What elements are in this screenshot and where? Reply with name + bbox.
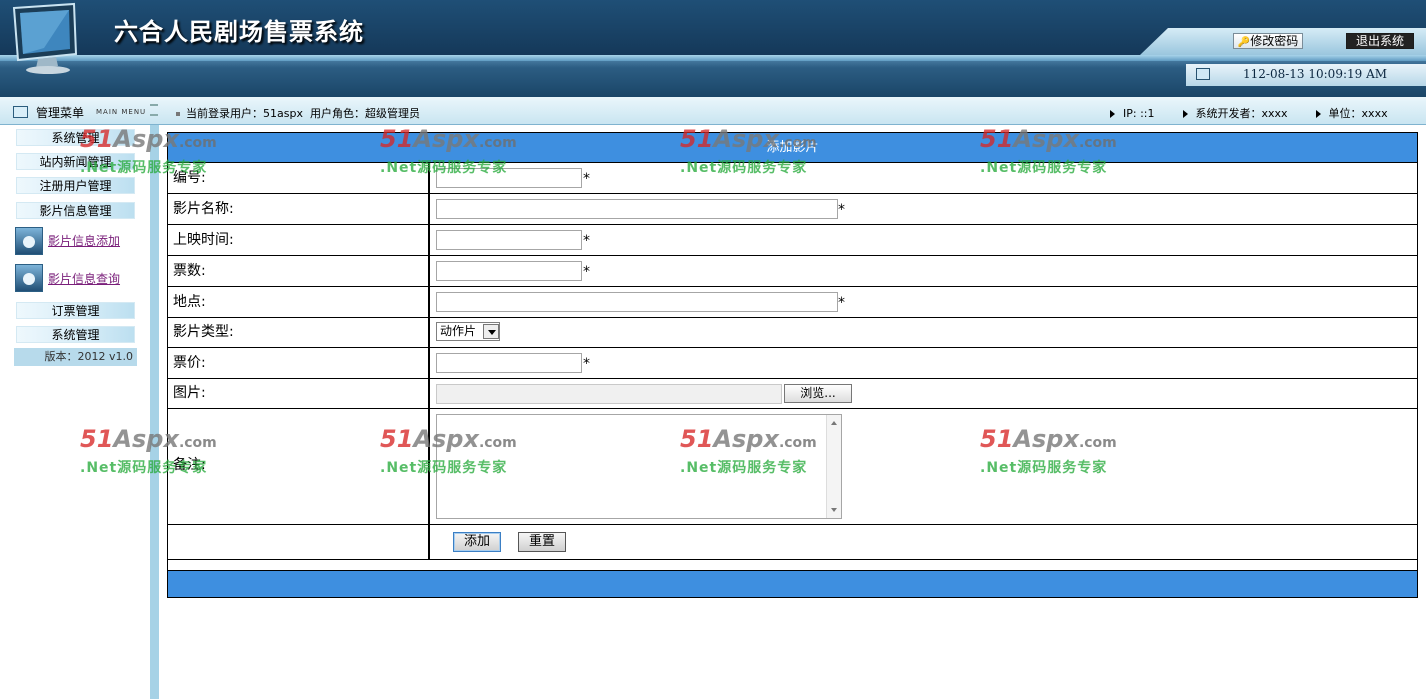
sidebar-item-news[interactable]: 站内新闻管理 [16, 153, 135, 170]
version-label: 版本：2012 v1.0 [14, 348, 137, 366]
arrow-right-icon [1110, 110, 1115, 118]
movie-query-icon[interactable] [15, 264, 43, 292]
header: 六合人民剧场售票系统 🔑修改密码 退出系统 112-08-13 10:09:19… [0, 0, 1426, 97]
ip-text: IP: ::1 [1123, 107, 1155, 120]
unit-text: 单位：xxxx [1328, 107, 1388, 120]
label-remark: 备注: [168, 409, 430, 524]
movie-type-value: 动作片 [440, 324, 477, 338]
form-row-tickets: 票数: * [168, 255, 1417, 286]
menu-title: 管理菜单 [36, 106, 85, 120]
sidebar-item-orders[interactable]: 订票管理 [16, 302, 135, 319]
add-movie-form: 添加影片 编号: * 影片名称: * 上映时间: * 票数: * 地点: * 影… [167, 132, 1418, 598]
browse-button[interactable]: 浏览... [784, 384, 852, 403]
show-time-input[interactable] [436, 230, 582, 250]
add-button[interactable]: 添加 [453, 532, 501, 552]
form-row-id: 编号: * [168, 162, 1417, 193]
sidebar-link-movie-add[interactable]: 影片信息添加 [48, 232, 120, 249]
header-band-highlight [0, 55, 1426, 61]
sidebar-link-movie-query[interactable]: 影片信息查询 [48, 270, 120, 287]
required-mark: * [583, 171, 590, 187]
tickets-input[interactable] [436, 261, 582, 281]
location-input[interactable] [436, 292, 838, 312]
exit-system-button[interactable]: 退出系统 [1346, 33, 1414, 49]
form-title: 添加影片 [168, 133, 1417, 162]
form-row-show-time: 上映时间: * [168, 224, 1417, 255]
app-title: 六合人民剧场售票系统 [114, 17, 364, 46]
form-footer-bar [168, 570, 1417, 597]
current-user: 当前登录用户：51aspx [186, 107, 303, 120]
monitor-logo-icon [12, 2, 78, 74]
label-actions-empty [168, 525, 430, 559]
sidebar-item-system-2[interactable]: 系统管理 [16, 326, 135, 343]
label-show-time: 上映时间: [168, 225, 430, 255]
developer-text: 系统开发者：xxxx [1195, 107, 1288, 120]
label-name: 影片名称: [168, 194, 430, 224]
key-icon: 🔑 [1237, 37, 1251, 48]
datetime-text: 112-08-13 10:09:19 AM [1243, 67, 1388, 81]
sidebar-item-movies[interactable]: 影片信息管理 [16, 202, 135, 219]
id-input[interactable] [436, 168, 582, 188]
user-role: 用户角色：超级管理员 [309, 107, 420, 120]
sidebar-separator[interactable] [150, 125, 159, 699]
label-type: 影片类型: [168, 318, 430, 347]
form-row-actions: 添加 重置 [168, 524, 1417, 559]
menu-collapse-icon[interactable] [150, 104, 158, 116]
arrow-right-icon [1182, 110, 1188, 118]
name-input[interactable] [436, 199, 838, 219]
form-row-type: 影片类型: 动作片 [168, 317, 1417, 347]
required-mark: * [583, 233, 590, 249]
required-mark: * [838, 202, 845, 218]
reset-button[interactable]: 重置 [518, 532, 566, 552]
form-row-price: 票价: * [168, 347, 1417, 378]
label-image: 图片: [168, 379, 430, 408]
sidebar-item-system[interactable]: 系统管理 [16, 129, 135, 146]
form-row-name: 影片名称: * [168, 193, 1417, 224]
price-input[interactable] [436, 353, 582, 373]
form-row-remark: 备注: [168, 408, 1417, 524]
movie-type-select[interactable]: 动作片 [436, 322, 500, 341]
menu-en-title: MAIN MENU [96, 108, 147, 116]
remark-textarea[interactable] [436, 414, 842, 519]
required-mark: * [583, 356, 590, 372]
textarea-scrollbar[interactable] [826, 415, 841, 518]
monitor-small-icon [1196, 68, 1210, 80]
required-mark: * [838, 295, 845, 311]
chevron-down-icon[interactable] [483, 324, 499, 339]
form-row-location: 地点: * [168, 286, 1417, 317]
change-password-button[interactable]: 🔑修改密码 [1233, 33, 1303, 49]
system-info: IP: ::1 系统开发者：xxxx 单位：xxxx [1110, 105, 1388, 121]
menu-panel-icon [13, 106, 28, 118]
form-row-spacer [168, 559, 1417, 570]
required-mark: * [583, 264, 590, 280]
change-password-label: 修改密码 [1250, 34, 1299, 48]
label-location: 地点: [168, 287, 430, 317]
movie-add-icon[interactable] [15, 227, 43, 255]
form-row-image: 图片: 浏览... [168, 378, 1417, 408]
label-tickets: 票数: [168, 256, 430, 286]
image-file-input[interactable] [436, 384, 782, 404]
bullet-icon [176, 112, 180, 116]
sidebar-item-users[interactable]: 注册用户管理 [16, 177, 135, 194]
arrow-right-icon [1315, 110, 1321, 118]
user-info: 当前登录用户：51aspx 用户角色：超级管理员 [176, 105, 420, 121]
label-price: 票价: [168, 348, 430, 378]
label-id: 编号: [168, 163, 430, 193]
